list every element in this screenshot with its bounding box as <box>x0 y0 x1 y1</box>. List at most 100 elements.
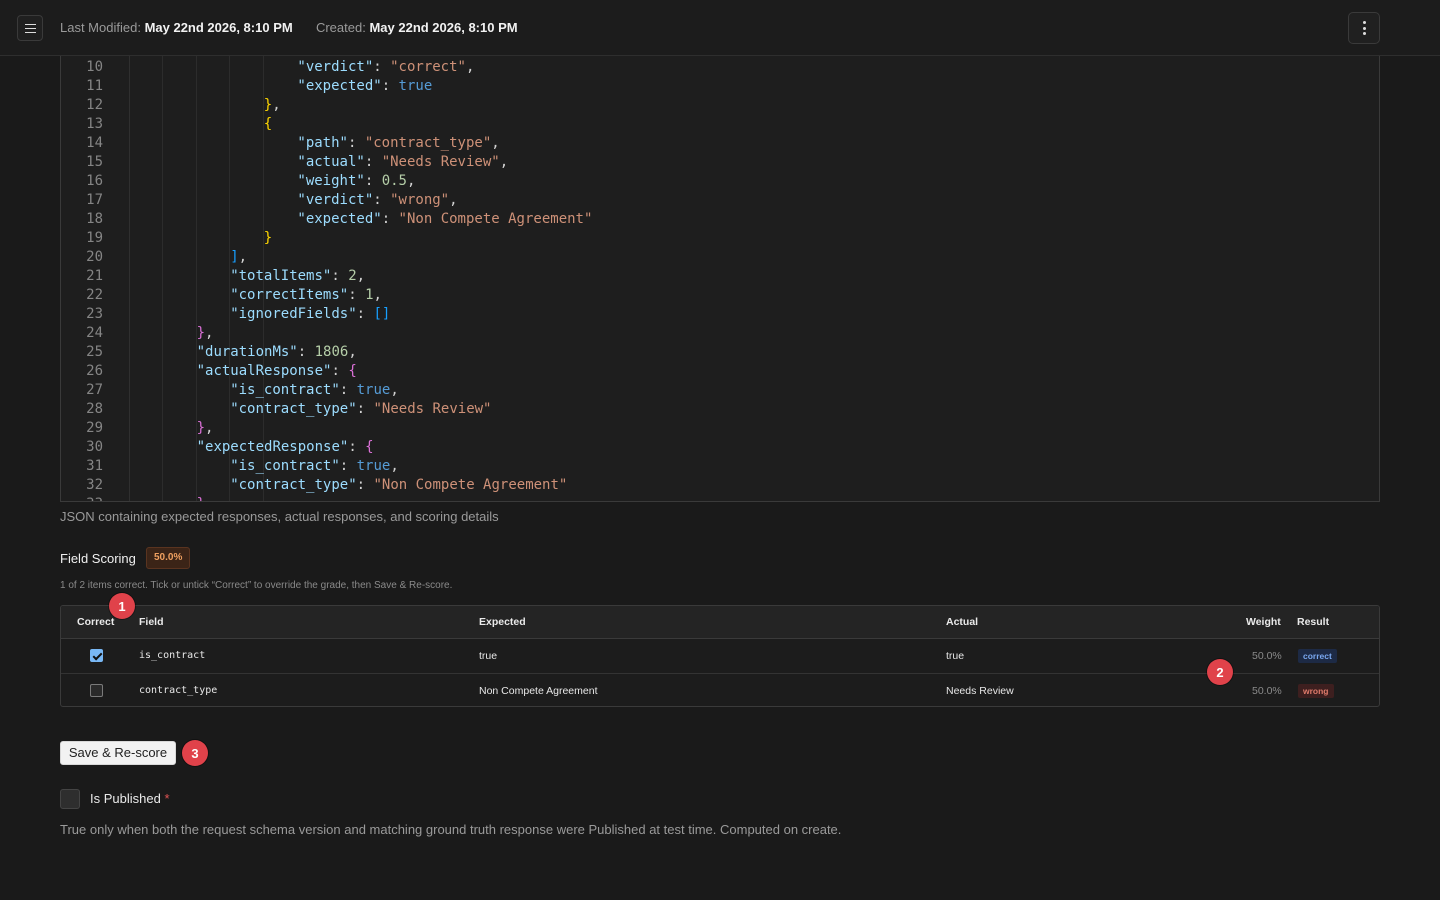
is-published-checkbox[interactable] <box>60 789 80 809</box>
column-header-weight: Weight <box>1246 616 1281 628</box>
last-modified-label: Last Modified: <box>60 20 141 35</box>
created-label: Created: <box>315 20 366 35</box>
column-header-actual: Actual <box>946 616 979 628</box>
code-text: "durationMs": 1806, <box>197 343 357 362</box>
code-token: 0.5 <box>381 173 407 189</box>
code-token: "correctItems" <box>230 287 349 303</box>
save-rescore-button[interactable]: Save & Re-score <box>60 741 176 765</box>
code-token: } <box>196 420 206 436</box>
field-scoring-title: Field Scoring <box>60 551 136 566</box>
code-text: "actualResponse": { <box>197 362 357 381</box>
code-token: { <box>348 363 357 379</box>
code-token: 1 <box>365 287 374 303</box>
code-token: true <box>356 382 391 398</box>
code-token: : <box>381 211 399 227</box>
indent-guide <box>162 56 163 501</box>
annotation-marker-2: 2 <box>1207 659 1233 685</box>
actual-value: Needs Review <box>946 685 1014 697</box>
weight-value: 50.0% <box>1252 685 1282 697</box>
code-token: , <box>373 287 382 303</box>
code-token: , <box>205 325 214 341</box>
json-code-viewer[interactable]: 10 "verdict": "correct", 11 "expected": tru… <box>60 56 1380 502</box>
line-number: 24 <box>86 325 103 341</box>
code-token: : <box>297 344 315 360</box>
code-token: "correct" <box>390 59 466 75</box>
line-number: 23 <box>86 306 103 322</box>
top-bar: Last Modified: May 22nd 2026, 8:10 PM Cr… <box>0 0 1440 56</box>
line-number: 10 <box>86 59 103 75</box>
created-value: May 22nd 2026, 8:10 PM <box>369 20 518 35</box>
code-token: , <box>491 135 500 151</box>
correct-checkbox[interactable] <box>90 649 103 662</box>
line-number: 31 <box>86 458 103 474</box>
code-token: , <box>390 458 399 474</box>
code-token: , <box>406 173 416 189</box>
line-number: 29 <box>86 420 103 436</box>
code-token: "wrong" <box>390 192 450 208</box>
code-token: , <box>449 192 458 208</box>
code-token: , <box>348 344 357 360</box>
field-name: contract_type <box>139 685 218 696</box>
line-number: 15 <box>86 154 103 170</box>
line-number: 22 <box>86 287 103 303</box>
line-number: 21 <box>86 268 103 284</box>
code-token: "contract_type" <box>230 477 357 493</box>
line-number: 17 <box>86 192 103 208</box>
line-number: 30 <box>86 439 103 455</box>
code-token: : <box>373 59 391 75</box>
code-token: "is_contract" <box>230 382 340 398</box>
code-token: [] <box>373 306 391 322</box>
result-badge: wrong <box>1298 684 1334 698</box>
hamburger-menu-icon <box>24 23 36 33</box>
code-text: "is_contract": true, <box>230 457 399 476</box>
code-token: "Needs Review" <box>373 401 492 417</box>
annotation-marker-1: 1 <box>109 593 135 619</box>
line-number: 28 <box>86 401 103 417</box>
code-token: : <box>356 401 374 417</box>
code-text: "is_contract": true, <box>230 381 399 400</box>
column-header-field: Field <box>139 616 164 628</box>
line-number: 32 <box>86 477 103 493</box>
code-text: } <box>264 229 272 248</box>
code-text: "verdict": "wrong", <box>297 191 457 210</box>
more-options-button[interactable] <box>1348 12 1380 44</box>
correct-checkbox[interactable] <box>90 684 103 697</box>
expected-value: true <box>479 650 498 662</box>
code-text: "expectedResponse": { <box>197 438 374 457</box>
code-token: : <box>348 287 366 303</box>
column-header-expected: Expected <box>479 616 526 628</box>
record-metadata: Last Modified: May 22nd 2026, 8:10 PM Cr… <box>60 20 518 35</box>
code-token: : <box>356 477 374 493</box>
line-number: 14 <box>86 135 103 151</box>
code-token: , <box>390 382 399 398</box>
code-text: ], <box>230 248 247 267</box>
code-text: "expected": "Non Compete Agreement" <box>297 210 592 229</box>
expected-value: Non Compete Agreement <box>479 685 598 697</box>
code-token: 2 <box>348 268 357 284</box>
code-token: : <box>331 363 349 379</box>
code-token: : <box>364 154 382 170</box>
actual-value: true <box>946 650 965 662</box>
code-token: , <box>238 249 248 265</box>
code-text: "weight": 0.5, <box>297 172 415 191</box>
code-token: , <box>356 268 366 284</box>
field-scoring-hint: 1 of 2 items correct. Tick or untick “Co… <box>60 580 453 591</box>
score-badge: 50.0% <box>146 547 191 569</box>
code-token: "verdict" <box>297 192 374 208</box>
line-number: 13 <box>86 116 103 132</box>
code-token: "verdict" <box>297 59 374 75</box>
code-token: 1806 <box>314 344 349 360</box>
code-token: } <box>263 230 273 246</box>
code-token: "path" <box>297 135 348 151</box>
code-text: "path": "contract_type", <box>297 134 499 153</box>
line-number: 27 <box>86 382 103 398</box>
code-token: { <box>263 116 273 132</box>
code-token: "ignoredFields" <box>230 306 357 322</box>
code-token: { <box>365 439 374 455</box>
code-token: true <box>398 78 433 94</box>
menu-button[interactable] <box>17 15 43 41</box>
code-text: "expected": true <box>297 77 432 96</box>
line-number: 25 <box>86 344 103 360</box>
code-token: : <box>373 192 391 208</box>
code-text: } <box>197 495 205 501</box>
